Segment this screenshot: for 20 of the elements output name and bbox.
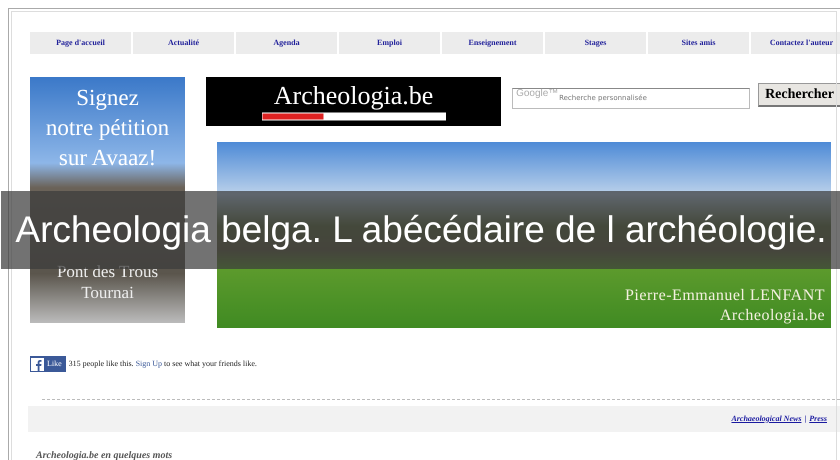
nav-link[interactable]: Stages [545, 32, 646, 54]
google-label: Google™ [516, 88, 558, 100]
nav-link[interactable]: Emploi [339, 32, 440, 54]
section-title: Archeologia.be en quelques mots [36, 449, 174, 460]
footer-link[interactable]: Archaeological News [731, 413, 802, 425]
nav-link[interactable]: Page d'accueil [30, 32, 131, 54]
nav-link[interactable]: Contactez l'auteur [751, 32, 840, 54]
site-logo[interactable]: Archeologia.be [206, 77, 502, 126]
nav-link[interactable]: Sites amis [648, 32, 749, 54]
nav-link[interactable]: Actualité [133, 32, 234, 54]
sign-up-link[interactable]: Sign Up [136, 359, 162, 368]
like-button[interactable]: Like [30, 356, 66, 372]
nav-link[interactable]: Agenda [236, 32, 337, 54]
search-button[interactable]: Rechercher [758, 83, 840, 107]
link-separator: | [804, 413, 806, 425]
facebook-icon [31, 358, 44, 370]
overlay-title: Archeologia belga. L abécédaire de l archéologie. [1, 191, 840, 269]
like-text: 315 people like this. Sign Up to see what your friends like. [68, 358, 257, 370]
nav-link[interactable]: Enseignement [442, 32, 543, 54]
footer-link[interactable]: Press [809, 413, 827, 425]
